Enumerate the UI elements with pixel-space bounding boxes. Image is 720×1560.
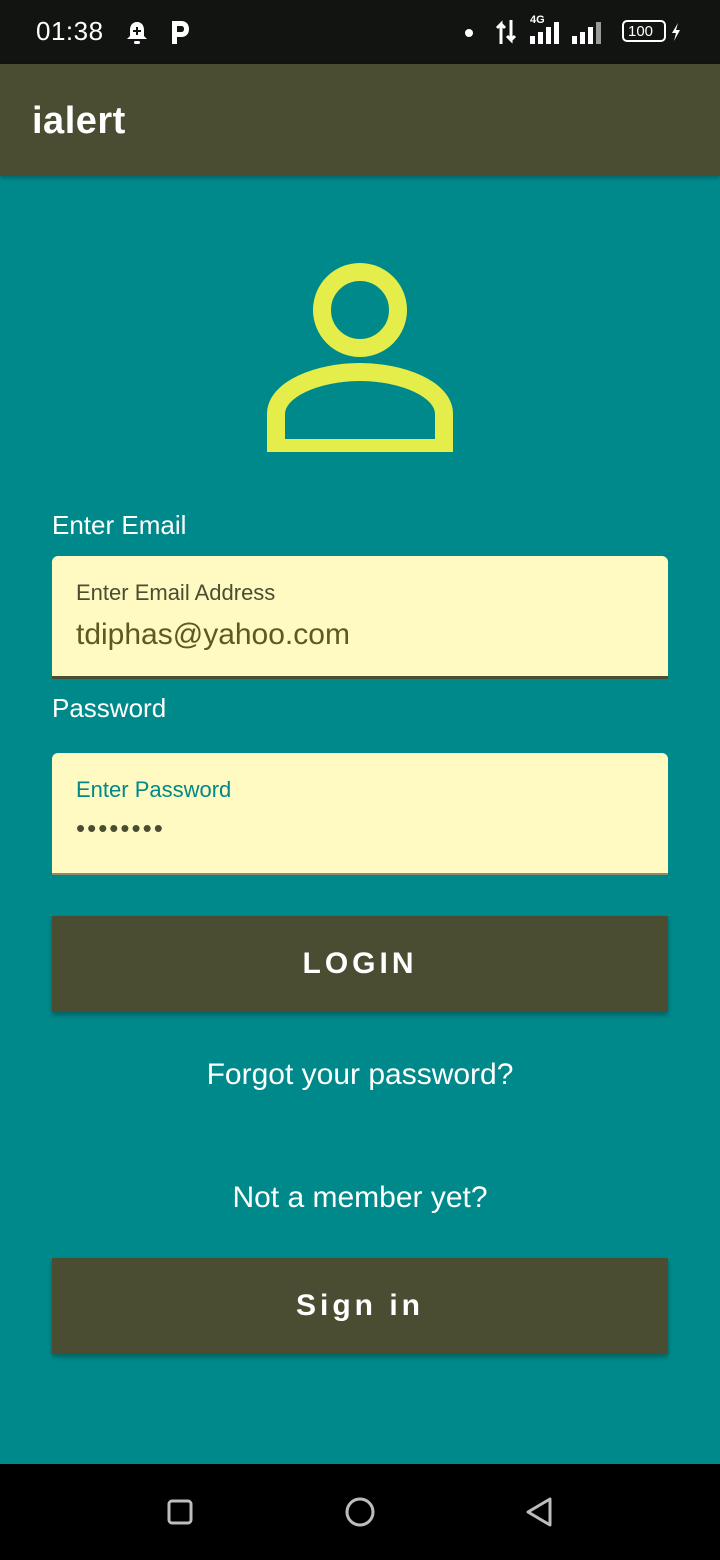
status-time: 01:38 [36,16,104,46]
back-icon[interactable] [520,1492,560,1532]
data-arrows-icon [495,20,517,44]
4g-signal-icon [530,22,559,44]
password-heading: Password [52,693,167,723]
nav-bar [0,1464,720,1560]
email-heading: Enter Email [52,510,187,540]
person-icon [267,263,453,452]
email-value[interactable]: tdiphas@yahoo.com [76,618,350,652]
status-bar: 01:38 4G 100 [0,0,720,64]
password-value[interactable]: •••••••• [76,813,165,844]
dot-icon [465,29,473,37]
email-field-label: Enter Email Address [76,580,276,605]
recent-apps-icon[interactable] [160,1492,200,1532]
email-field[interactable]: Enter Email Address tdiphas@yahoo.com [52,556,668,679]
sign-in-button[interactable]: Sign in [52,1258,668,1354]
not-member-text: Not a member yet? [232,1181,488,1214]
battery-icon: 100 [622,20,666,42]
login-button[interactable]: LOGIN [52,916,668,1012]
app-title: ialert [32,100,126,142]
p-app-icon [172,21,189,44]
home-icon[interactable] [340,1492,380,1532]
password-field[interactable]: Enter Password •••••••• [52,753,668,875]
password-field-label: Enter Password [76,777,232,802]
login-form: Enter Email Enter Email Address tdiphas@… [0,176,720,1464]
battery-level: 100 [628,23,654,40]
notification-bell-icon [127,22,147,44]
charging-bolt-icon [672,23,680,41]
signal-bars-icon [572,22,601,44]
app-bar: ialert [0,64,720,176]
forgot-password-link[interactable]: Forgot your password? [0,1058,720,1092]
